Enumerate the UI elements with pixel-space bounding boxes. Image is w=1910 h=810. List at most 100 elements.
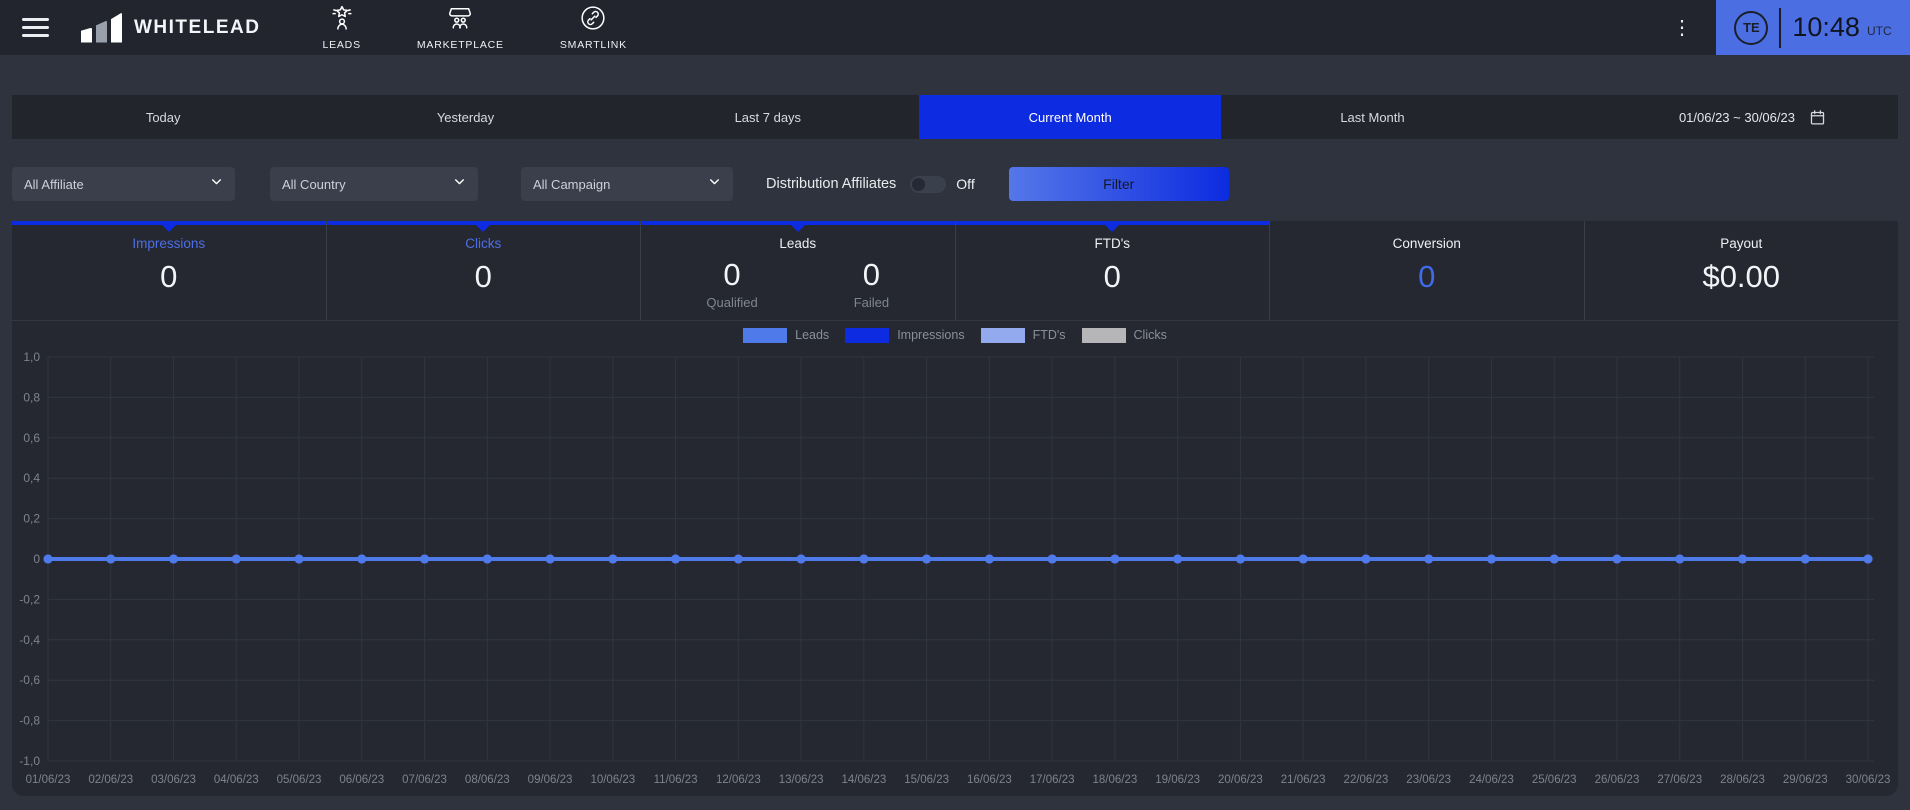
brand-name: WHITELEAD: [134, 16, 261, 38]
svg-text:08/06/23: 08/06/23: [465, 774, 510, 786]
svg-text:13/06/23: 13/06/23: [779, 774, 824, 786]
filter-button[interactable]: Filter: [1008, 167, 1229, 201]
legend-item[interactable]: FTD's: [980, 327, 1066, 343]
svg-text:10/06/23: 10/06/23: [590, 774, 635, 786]
legend-label: Leads: [795, 328, 830, 342]
clock-time: 10:48: [1792, 12, 1860, 42]
svg-text:29/06/23: 29/06/23: [1783, 774, 1828, 786]
stat-value-qualified: 0: [723, 257, 741, 292]
legend-label: Clicks: [1133, 328, 1167, 342]
svg-text:06/06/23: 06/06/23: [339, 774, 384, 786]
stat-card-ftds[interactable]: FTD's 0: [954, 221, 1269, 320]
tab-last-month[interactable]: Last Month: [1221, 95, 1523, 139]
date-range-picker[interactable]: 01/06/23 ~ 30/06/23: [1524, 95, 1898, 139]
nav-item-marketplace[interactable]: MARKETPLACE: [413, 3, 508, 53]
avatar[interactable]: TE: [1734, 10, 1769, 45]
stat-card-leads[interactable]: Leads 0 Qualified 0 Failed: [640, 221, 955, 320]
legend-swatch: [1081, 327, 1126, 343]
dashboard-panel: Impressions 0 Clicks 0 Leads 0 Qualified…: [12, 221, 1898, 796]
failed-label: Failed: [853, 295, 890, 310]
country-dropdown-value: All Country: [282, 176, 346, 192]
chart-area: 01/06/23 02/06/23 03/06/23 04/06/23 05/06/23…: [12, 349, 1898, 794]
calendar-icon[interactable]: [1809, 109, 1826, 126]
stat-value: $0.00: [1702, 259, 1781, 294]
legend-label: FTD's: [1032, 328, 1066, 342]
svg-text:09/06/23: 09/06/23: [528, 774, 573, 786]
legend-swatch: [845, 327, 890, 343]
hamburger-menu-icon[interactable]: [18, 12, 53, 43]
stats-row: Impressions 0 Clicks 0 Leads 0 Qualified…: [12, 221, 1898, 321]
svg-text:0,6: 0,6: [23, 431, 40, 445]
nav-item-smartlink[interactable]: SMARTLINK: [556, 3, 631, 53]
svg-text:04/06/23: 04/06/23: [214, 774, 259, 786]
legend-item[interactable]: Leads: [743, 327, 830, 343]
top-header: WHITELEAD LEADS MARKETPLACE SMARTLINK ⋮ …: [0, 0, 1910, 55]
legend-item[interactable]: Impressions: [845, 327, 965, 343]
header-right: ⋮ TE 10:48 UTC: [1662, 0, 1910, 55]
date-range-tabs: Today Yesterday Last 7 days Current Mont…: [12, 95, 1898, 139]
chart-legend: Leads Impressions FTD's Clicks: [12, 321, 1898, 349]
clock-timezone: UTC: [1866, 23, 1892, 38]
svg-text:-1,0: -1,0: [19, 754, 40, 768]
chart: 01/06/23 02/06/23 03/06/23 04/06/23 05/06/23…: [19, 350, 1891, 786]
svg-text:18/06/23: 18/06/23: [1093, 774, 1138, 786]
country-dropdown[interactable]: All Country: [270, 167, 478, 201]
marketplace-icon: [447, 5, 473, 36]
tab-last-7-days[interactable]: Last 7 days: [617, 95, 919, 139]
tab-today[interactable]: Today: [12, 95, 314, 139]
leads-icon: [329, 5, 355, 36]
stat-label: Clicks: [465, 236, 502, 251]
stat-label: Impressions: [132, 236, 206, 251]
nav-label-smartlink: SMARTLINK: [559, 38, 627, 51]
svg-text:11/06/23: 11/06/23: [654, 774, 698, 786]
stat-label: FTD's: [1094, 236, 1131, 251]
stat-card-payout: Payout $0.00: [1583, 221, 1899, 320]
stat-label: Leads: [779, 236, 817, 251]
svg-text:02/06/23: 02/06/23: [88, 774, 133, 786]
kebab-menu-icon[interactable]: ⋮: [1662, 10, 1702, 46]
svg-text:0: 0: [33, 552, 40, 566]
svg-text:01/06/23: 01/06/23: [26, 774, 71, 786]
svg-text:-0,8: -0,8: [19, 714, 40, 728]
stat-value: 0: [1418, 259, 1436, 294]
stat-value: 0: [474, 259, 492, 294]
legend-label: Impressions: [897, 328, 965, 342]
svg-text:07/06/23: 07/06/23: [402, 774, 447, 786]
nav-label-marketplace: MARKETPLACE: [416, 38, 504, 51]
svg-text:1,0: 1,0: [23, 350, 40, 364]
svg-text:03/06/23: 03/06/23: [151, 774, 196, 786]
svg-text:25/06/23: 25/06/23: [1532, 774, 1577, 786]
user-time-box: TE 10:48 UTC: [1716, 0, 1910, 55]
toggle-state-label: Off: [956, 176, 975, 192]
legend-item[interactable]: Clicks: [1081, 327, 1167, 343]
smartlink-icon: [580, 5, 606, 36]
affiliate-dropdown[interactable]: All Affiliate: [12, 167, 235, 201]
stat-card-clicks[interactable]: Clicks 0: [325, 221, 640, 320]
nav-label-leads: LEADS: [322, 38, 361, 51]
svg-text:14/06/23: 14/06/23: [841, 774, 886, 786]
svg-text:-0,2: -0,2: [19, 592, 40, 606]
svg-text:-0,4: -0,4: [19, 633, 40, 647]
svg-text:27/06/23: 27/06/23: [1657, 774, 1702, 786]
chevron-down-icon: [453, 175, 466, 193]
svg-text:30/06/23: 30/06/23: [1846, 774, 1891, 786]
tab-current-month[interactable]: Current Month: [918, 95, 1222, 139]
campaign-dropdown[interactable]: All Campaign: [521, 167, 733, 201]
svg-text:19/06/23: 19/06/23: [1155, 774, 1200, 786]
affiliate-dropdown-value: All Affiliate: [24, 176, 84, 192]
chevron-down-icon: [210, 175, 223, 193]
brand-logo-icon: [81, 12, 122, 43]
svg-text:21/06/23: 21/06/23: [1281, 774, 1326, 786]
stat-value: 0: [160, 259, 178, 294]
svg-text:12/06/23: 12/06/23: [716, 774, 761, 786]
stat-card-impressions[interactable]: Impressions 0: [12, 221, 326, 320]
campaign-dropdown-value: All Campaign: [533, 176, 611, 192]
nav-item-leads[interactable]: LEADS: [318, 3, 364, 53]
tab-yesterday[interactable]: Yesterday: [314, 95, 616, 139]
chevron-down-icon: [708, 175, 721, 193]
svg-text:05/06/23: 05/06/23: [277, 774, 322, 786]
svg-text:0,4: 0,4: [23, 471, 40, 485]
distribution-affiliates-toggle[interactable]: [910, 175, 947, 193]
svg-text:15/06/23: 15/06/23: [904, 774, 949, 786]
svg-text:20/06/23: 20/06/23: [1218, 774, 1263, 786]
